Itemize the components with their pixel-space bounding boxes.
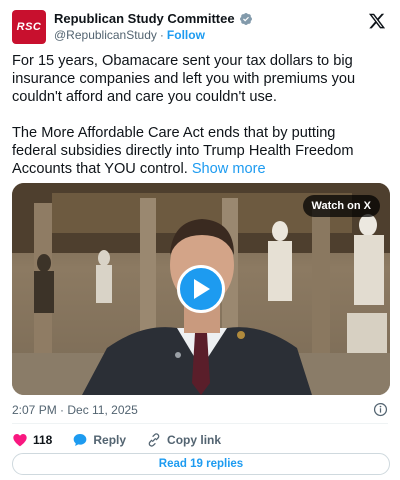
tweet-paragraph: For 15 years, Obamacare sent your tax do… bbox=[12, 52, 384, 106]
tweet-card: RSC Republican Study Committee @Republic… bbox=[0, 0, 400, 480]
reply-button[interactable]: Reply bbox=[72, 432, 126, 448]
avatar[interactable]: RSC bbox=[12, 10, 46, 44]
read-replies-button[interactable]: Read 19 replies bbox=[12, 453, 390, 475]
tweet-paragraph: The More Affordable Care Act ends that b… bbox=[12, 124, 384, 178]
show-more-link[interactable]: Show more bbox=[192, 161, 266, 177]
heart-icon bbox=[13, 434, 27, 447]
copy-link-button[interactable]: Copy link bbox=[146, 432, 221, 448]
tweet-paragraph-1: For 15 years, Obamacare sent your tax do… bbox=[12, 53, 356, 105]
link-icon bbox=[148, 433, 160, 447]
verified-badge-icon bbox=[239, 12, 252, 25]
video-player[interactable]: Watch on X bbox=[12, 183, 390, 395]
separator-dot: · bbox=[159, 28, 164, 42]
tweet-text: For 15 years, Obamacare sent your tax do… bbox=[12, 52, 384, 196]
info-icon[interactable] bbox=[373, 402, 388, 417]
account-name[interactable]: Republican Study Committee bbox=[54, 11, 235, 26]
watch-on-x-badge[interactable]: Watch on X bbox=[302, 195, 380, 217]
divider bbox=[12, 423, 388, 424]
reply-label: Reply bbox=[93, 433, 127, 447]
copy-link-label: Copy link bbox=[167, 433, 222, 447]
like-button[interactable]: 118 bbox=[12, 432, 52, 448]
tweet-paragraph-2: The More Affordable Care Act ends that b… bbox=[12, 125, 354, 177]
play-icon bbox=[194, 279, 210, 299]
x-logo-icon[interactable] bbox=[368, 12, 386, 30]
follow-button[interactable]: Follow bbox=[167, 28, 205, 42]
handle-row: @RepublicanStudy · Follow bbox=[54, 28, 205, 42]
reply-bubble-icon bbox=[74, 434, 87, 446]
tweet-timestamp[interactable]: 2:07 PM · Dec 11, 2025 bbox=[12, 403, 138, 417]
name-row: Republican Study Committee bbox=[54, 11, 253, 26]
account-handle[interactable]: @RepublicanStudy bbox=[54, 28, 157, 42]
avatar-logo-text: RSC bbox=[16, 21, 42, 33]
play-button[interactable] bbox=[177, 265, 225, 313]
tweet-header: RSC Republican Study Committee @Republic… bbox=[12, 10, 388, 44]
like-count: 118 bbox=[33, 433, 53, 447]
action-bar: 118 Reply Copy link bbox=[12, 431, 221, 449]
